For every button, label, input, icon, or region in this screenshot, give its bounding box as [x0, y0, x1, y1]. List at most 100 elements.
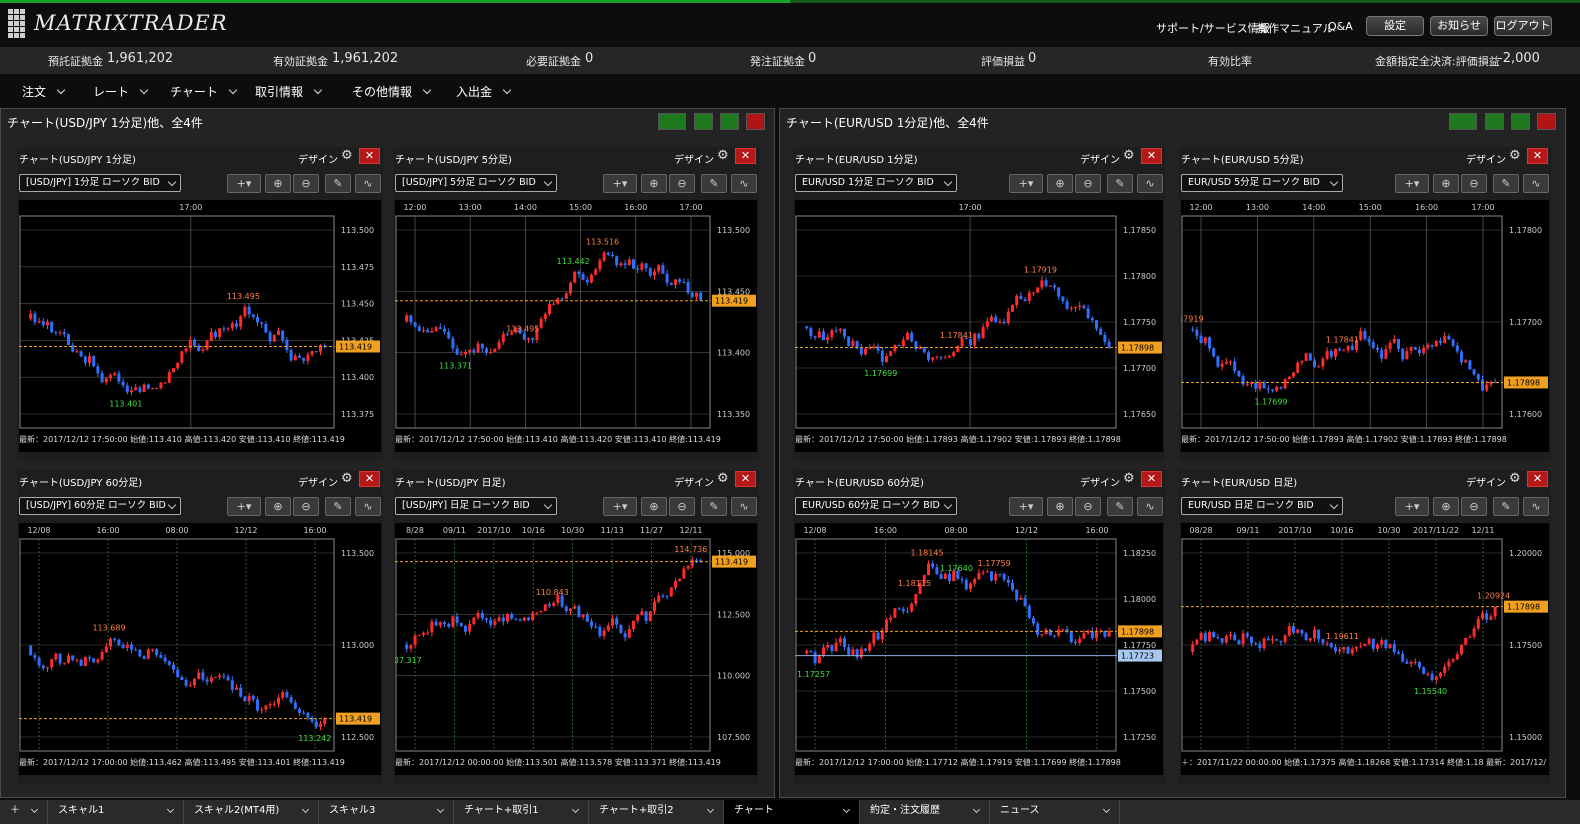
- gear-icon[interactable]: ⚙: [1123, 472, 1137, 486]
- menu-trade-info[interactable]: 取引情報: [255, 83, 323, 100]
- close-icon[interactable]: ✕: [735, 148, 756, 164]
- zoom-in-icon[interactable]: ⊕: [265, 497, 291, 516]
- zoom-out-icon[interactable]: ⊖: [1075, 497, 1101, 516]
- link-support[interactable]: サポート/サービス情報: [1156, 20, 1270, 36]
- draw-pen-icon[interactable]: ✎: [1493, 174, 1519, 193]
- chart-type-select[interactable]: EUR/USD 60分足 ローソク BID: [795, 497, 957, 515]
- draw-pen-icon[interactable]: ✎: [1107, 497, 1133, 516]
- chart-type-select[interactable]: [USD/JPY] 日足 ローソク BID: [395, 497, 557, 515]
- tab-chart-trade2[interactable]: チャート+取引2: [589, 800, 724, 824]
- chart-type-select[interactable]: EUR/USD 日足 ローソク BID: [1181, 497, 1343, 515]
- design-link[interactable]: デザイン: [1466, 474, 1506, 489]
- chart-type-select[interactable]: [USD/JPY] 5分足 ローソク BID: [395, 174, 557, 192]
- zoom-out-icon[interactable]: ⊖: [1461, 174, 1487, 193]
- indicator-icon[interactable]: ∿: [1523, 497, 1549, 516]
- close-icon[interactable]: ✕: [1527, 148, 1548, 164]
- menu-rate[interactable]: レート: [93, 83, 149, 100]
- chart-type-select[interactable]: [USD/JPY] 60分足 ローソク BID: [19, 497, 181, 515]
- indicator-icon[interactable]: ∿: [731, 497, 757, 516]
- add-indicator-button[interactable]: +▾: [603, 497, 637, 516]
- design-link[interactable]: デザイン: [298, 474, 338, 489]
- draw-pen-icon[interactable]: ✎: [325, 174, 351, 193]
- close-icon[interactable]: ✕: [359, 471, 380, 487]
- design-link[interactable]: デザイン: [1080, 151, 1120, 166]
- zoom-out-icon[interactable]: ⊖: [293, 497, 319, 516]
- indicator-icon[interactable]: ∿: [355, 174, 381, 193]
- zoom-in-icon[interactable]: ⊕: [1047, 497, 1073, 516]
- design-link[interactable]: デザイン: [1466, 151, 1506, 166]
- add-indicator-button[interactable]: +▾: [1395, 497, 1429, 516]
- add-indicator-button[interactable]: +▾: [1395, 174, 1429, 193]
- tab-chart[interactable]: チャート: [724, 800, 860, 824]
- chart-plot[interactable]: 8/28 09/11 2017/10 10/16 10/30 11/13 11/27 12/1…: [395, 523, 757, 775]
- close-icon[interactable]: ✕: [1527, 471, 1548, 487]
- link-qa[interactable]: Q&A: [1328, 20, 1353, 33]
- link-manual[interactable]: 操作マニュアル: [1257, 20, 1334, 36]
- indicator-icon[interactable]: ∿: [1137, 497, 1163, 516]
- design-link[interactable]: デザイン: [298, 151, 338, 166]
- close-window-button[interactable]: [746, 113, 765, 130]
- chart-plot[interactable]: 12:00 13:00 14:00 15:00 16:00 17:00 113.500 113…: [395, 200, 757, 452]
- chart-plot[interactable]: 17:00113.500113.475113.450113.425113.400…: [19, 200, 381, 452]
- zoom-out-icon[interactable]: ⊖: [669, 174, 695, 193]
- gear-icon[interactable]: ⚙: [717, 149, 731, 163]
- indicator-icon[interactable]: ∿: [1137, 174, 1163, 193]
- chart-type-select[interactable]: EUR/USD 1分足 ローソク BID: [795, 174, 957, 192]
- close-icon[interactable]: ✕: [1141, 471, 1162, 487]
- close-icon[interactable]: ✕: [359, 148, 380, 164]
- zoom-out-icon[interactable]: ⊖: [669, 497, 695, 516]
- add-indicator-button[interactable]: +▾: [603, 174, 637, 193]
- zoom-out-icon[interactable]: ⊖: [293, 174, 319, 193]
- tab-scalp3[interactable]: スキャル3: [319, 800, 454, 824]
- chart-plot[interactable]: 08/28 09/11 2017/10 10/16 10/30 2017/11/22 12/…: [1181, 523, 1549, 775]
- tab-scalp1[interactable]: スキャル1: [48, 800, 184, 824]
- zoom-in-icon[interactable]: ⊕: [641, 497, 667, 516]
- chart-plot[interactable]: 12/08 16:00 08:00 12/12 16:00 113.500 113.000 1…: [19, 523, 381, 775]
- maximize-button[interactable]: [1511, 113, 1530, 130]
- zoom-out-icon[interactable]: ⊖: [1075, 174, 1101, 193]
- design-link[interactable]: デザイン: [674, 151, 714, 166]
- chart-plot[interactable]: 12/08 16:00 08:00 12/12 16:00 1.18250 1.18000 1…: [795, 523, 1163, 775]
- gear-icon[interactable]: ⚙: [1509, 149, 1523, 163]
- chart-plot[interactable]: 12:00 13:00 14:00 15:00 16:00 17:00 1.17800 1.1…: [1181, 200, 1549, 452]
- zoom-in-icon[interactable]: ⊕: [1433, 497, 1459, 516]
- zoom-out-icon[interactable]: ⊖: [1461, 497, 1487, 516]
- tab-news[interactable]: ニュース: [990, 800, 1120, 824]
- minimize-button[interactable]: [694, 113, 713, 130]
- maximize-button[interactable]: [720, 113, 739, 130]
- zoom-in-icon[interactable]: ⊕: [265, 174, 291, 193]
- indicator-icon[interactable]: ∿: [355, 497, 381, 516]
- draw-pen-icon[interactable]: ✎: [701, 497, 727, 516]
- notice-button[interactable]: お知らせ: [1430, 16, 1488, 36]
- minimize-button[interactable]: [1485, 113, 1504, 130]
- add-tab-button[interactable]: ＋: [0, 800, 48, 824]
- indicator-icon[interactable]: ∿: [1523, 174, 1549, 193]
- menu-order[interactable]: 注文: [22, 83, 66, 100]
- close-icon[interactable]: ✕: [735, 471, 756, 487]
- gear-icon[interactable]: ⚙: [341, 149, 355, 163]
- layout-menu-button[interactable]: [658, 113, 686, 130]
- close-icon[interactable]: ✕: [1141, 148, 1162, 164]
- add-indicator-button[interactable]: +▾: [1009, 174, 1043, 193]
- chart-type-select[interactable]: EUR/USD 5分足 ローソク BID: [1181, 174, 1343, 192]
- gear-icon[interactable]: ⚙: [1123, 149, 1137, 163]
- menu-deposit[interactable]: 入出金: [456, 83, 512, 100]
- zoom-in-icon[interactable]: ⊕: [1047, 174, 1073, 193]
- chart-plot[interactable]: 17:00 1.17850 1.17800 1.17750 1.17700 1.17650…: [795, 200, 1163, 452]
- tab-execution-history[interactable]: 約定・注文履歴: [860, 800, 990, 824]
- gear-icon[interactable]: ⚙: [1509, 472, 1523, 486]
- design-link[interactable]: デザイン: [1080, 474, 1120, 489]
- add-indicator-button[interactable]: +▾: [227, 497, 261, 516]
- logout-button[interactable]: ログアウト: [1494, 16, 1552, 36]
- settings-button[interactable]: 設定: [1366, 16, 1424, 36]
- tab-chart-trade1[interactable]: チャート+取引1: [454, 800, 589, 824]
- zoom-in-icon[interactable]: ⊕: [1433, 174, 1459, 193]
- gear-icon[interactable]: ⚙: [341, 472, 355, 486]
- menu-chart[interactable]: チャート: [170, 83, 238, 100]
- draw-pen-icon[interactable]: ✎: [701, 174, 727, 193]
- draw-pen-icon[interactable]: ✎: [325, 497, 351, 516]
- zoom-in-icon[interactable]: ⊕: [641, 174, 667, 193]
- indicator-icon[interactable]: ∿: [731, 174, 757, 193]
- design-link[interactable]: デザイン: [674, 474, 714, 489]
- draw-pen-icon[interactable]: ✎: [1107, 174, 1133, 193]
